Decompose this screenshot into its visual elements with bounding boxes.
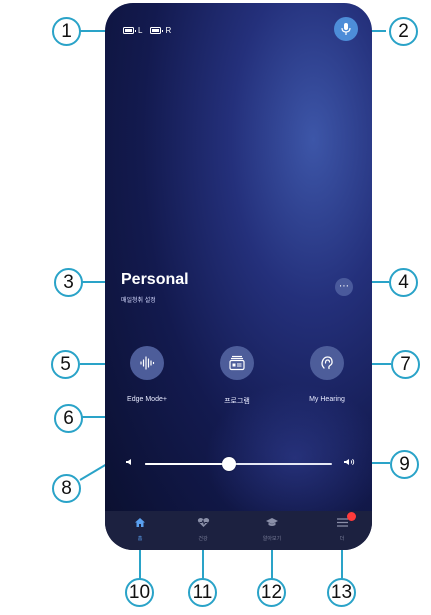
callout-3: 3: [54, 268, 83, 297]
callout-13: 13: [327, 578, 356, 607]
callout-9: 9: [390, 450, 419, 479]
nav-label-home: 홈: [137, 536, 143, 542]
battery-status: L R: [119, 26, 171, 35]
microphone-button[interactable]: [334, 17, 358, 41]
nav-item-learn[interactable]: 알아보기: [247, 515, 297, 542]
nav-item-more[interactable]: 더: [317, 512, 367, 542]
nav-item-home[interactable]: 홈: [115, 515, 165, 542]
graduation-cap-icon: [266, 518, 278, 526]
heart-icon: [197, 517, 209, 527]
program-subtitle: 매일청취 설정: [121, 298, 156, 304]
volume-slider[interactable]: [145, 457, 332, 471]
more-options-button[interactable]: ⋯: [335, 278, 353, 296]
program-label: 프로그램: [224, 398, 250, 405]
callout-5: 5: [51, 350, 80, 379]
edge-mode-label: Edge Mode+: [127, 396, 167, 403]
volume-slider-fill: [145, 463, 230, 465]
program-button[interactable]: [220, 346, 254, 380]
nav-label-learn: 알아보기: [262, 536, 282, 542]
ellipsis-icon: ⋯: [339, 281, 349, 292]
program-card-icon: [229, 355, 245, 371]
bottom-navigation: 홈 건강 알아보기 더: [105, 511, 372, 550]
battery-label-left: L: [138, 26, 143, 35]
callout-8: 8: [52, 474, 81, 503]
callout-12: 12: [257, 578, 286, 607]
battery-icon-left: [123, 27, 136, 34]
volume-down-icon[interactable]: [125, 458, 133, 466]
nav-item-health[interactable]: 건강: [178, 515, 228, 542]
callout-10: 10: [125, 578, 154, 607]
nav-label-more: 더: [339, 536, 345, 542]
battery-icon-right: [150, 27, 164, 34]
phone-screen: L R Personal 매일청취 설정 ⋯ Edge Mode+ 프로그램 M…: [105, 3, 372, 550]
callout-6: 6: [54, 404, 83, 433]
notification-badge: [347, 512, 356, 521]
volume-up-icon[interactable]: [343, 458, 355, 466]
callout-2: 2: [389, 17, 418, 46]
my-hearing-label: My Hearing: [309, 396, 345, 403]
program-title: Personal: [121, 271, 189, 288]
ear-icon: [321, 356, 333, 370]
battery-label-right: R: [165, 26, 172, 35]
callout-1: 1: [52, 17, 81, 46]
waveform-icon: [140, 356, 155, 370]
callout-7: 7: [391, 350, 420, 379]
edge-mode-button[interactable]: [130, 346, 164, 380]
callout-11: 11: [188, 578, 217, 607]
home-icon: [135, 518, 145, 527]
microphone-icon: [341, 23, 351, 35]
nav-label-health: 건강: [198, 536, 208, 542]
my-hearing-button[interactable]: [310, 346, 344, 380]
callout-4: 4: [389, 268, 418, 297]
